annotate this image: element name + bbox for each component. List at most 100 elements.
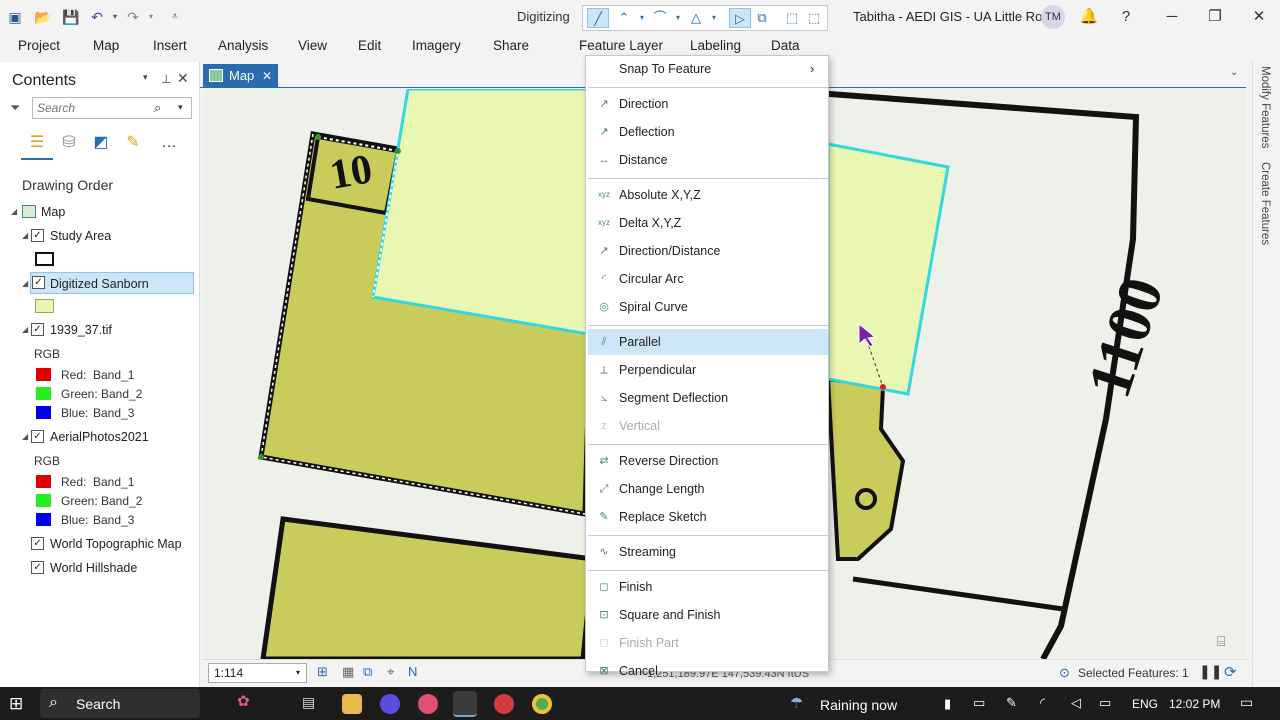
collapse-icon[interactable]: ◢ [22,279,28,288]
collapse-icon[interactable]: ◢ [22,319,28,341]
redo-icon[interactable]: ↷ [124,8,142,26]
vertex[interactable] [258,454,264,460]
copilot-icon[interactable] [380,694,400,714]
language-label[interactable]: ENG [1132,697,1158,711]
vertex[interactable] [395,148,401,154]
windows-icon[interactable]: ⊞ [9,694,23,714]
tree-layer-aerial-2021[interactable]: ◢ ✓ AerialPhotos2021 [0,426,196,448]
tab-labeling[interactable]: Labeling [690,38,741,53]
menu-item-snap-to-feature[interactable]: Snap To Feature › [588,56,828,82]
tree-layer-digitized-sanborn[interactable]: ✓ Digitized Sanborn [30,272,194,294]
pause-icon[interactable]: ❚❚ [1199,663,1222,680]
help-icon[interactable]: ? [1114,6,1138,28]
selected-features-count[interactable]: Selected Features: 1 [1078,666,1189,680]
menu-item-deflection[interactable]: ↗ Deflection [588,119,828,145]
vertices-icon[interactable]: ⧉ [751,8,773,28]
battery-icon[interactable]: ▭ [1099,695,1111,711]
search-input[interactable] [37,100,147,116]
menu-item-direction[interactable]: ↗ Direction [588,91,828,117]
menu-item-perpendicular[interactable]: ⟂ Perpendicular [588,357,828,383]
app-icon[interactable] [418,694,438,714]
tab-share[interactable]: Share [493,38,529,53]
menu-item-segment-deflection[interactable]: ⦣ Segment Deflection [588,385,828,411]
contents-search[interactable]: ⌕ ▾ [32,97,192,119]
tree-map[interactable]: ◢ Map [0,201,196,223]
refresh-icon[interactable]: ⟳ [1224,663,1237,681]
layer-checkbox[interactable]: ✓ [31,537,44,550]
menu-item-change-length[interactable]: ⤢ Change Length [588,476,828,502]
notification-icon[interactable]: 🔔 [1077,6,1101,28]
customize-icon[interactable]: ⩡ [166,8,184,26]
menu-item-absolute-x-y-z[interactable]: xyz Absolute X,Y,Z [588,182,828,208]
pin-icon[interactable]: ⊥ [161,72,171,86]
restore-icon[interactable]: ❐ [1203,6,1227,28]
collapse-icon[interactable]: ◢ [22,426,28,448]
tab-view[interactable]: View [298,38,327,53]
menu-item-replace-sketch[interactable]: ✎ Replace Sketch [588,504,828,530]
constraints-icon[interactable]: ⧉ [363,664,372,680]
tree-layer-1939[interactable]: ◢ ✓ 1939_37.tif [0,319,196,341]
line-icon[interactable]: ╱ [587,8,609,28]
layer-checkbox[interactable]: ✓ [32,276,45,289]
undo-dropdown-icon[interactable]: ▾ [106,8,124,26]
close-tab-icon[interactable]: ✕ [262,64,272,88]
open-icon[interactable]: 📂 [34,8,52,26]
tree-layer-world-topo[interactable]: ✓ World Topographic Map [0,533,196,555]
tab-data[interactable]: Data [771,38,800,53]
menu-item-finish[interactable]: ◻ Finish [588,574,828,600]
correction-icon[interactable]: ⌖ [387,664,394,680]
minimize-icon[interactable]: ─ [1160,6,1184,28]
tab-project[interactable]: Project [18,38,60,53]
tab-map-view[interactable]: Map ✕ [203,64,278,88]
snapping-icon[interactable]: ⊞ [317,664,328,680]
pen-icon[interactable]: ✎ [1006,695,1017,711]
tree-layer-study-area[interactable]: ◢ ✓ Study Area [0,225,196,247]
tab-feature-layer[interactable]: Feature Layer [579,38,663,53]
tab-edit[interactable]: Edit [358,38,381,53]
menu-item-direction-distance[interactable]: ↗ Direction/Distance [588,238,828,264]
chrome-icon[interactable] [532,694,552,714]
clip-icon[interactable]: ⬚ [781,8,803,28]
wifi-icon[interactable]: ◜ [1040,695,1045,711]
arcgis-pro-icon[interactable] [453,691,477,717]
pane-options-icon[interactable]: ▾ [143,72,148,83]
scale-select[interactable]: 1:114 ▾ [208,663,307,683]
collapse-icon[interactable]: ◢ [22,225,28,247]
tree-layer-world-hillshade[interactable]: ✓ World Hillshade [0,557,196,579]
tab-insert[interactable]: Insert [153,38,187,53]
redo-dropdown-icon[interactable]: ▾ [142,8,160,26]
selection-icon[interactable]: ◩ [90,132,112,154]
menu-item-spiral-curve[interactable]: ◎ Spiral Curve [588,294,828,320]
trace-dropdown-icon[interactable]: ▾ [703,8,725,28]
new-project-icon[interactable]: ▣ [6,8,24,26]
reshape-icon[interactable]: ⬚ [803,8,825,28]
menu-item-streaming[interactable]: ∿ Streaming [588,539,828,565]
task-view-icon[interactable]: ▤ [302,694,322,714]
avatar[interactable]: TM [1041,5,1065,29]
search-dropdown-icon[interactable]: ▾ [178,102,183,113]
data-source-icon[interactable]: ⛁ [58,132,80,154]
layer-checkbox[interactable]: ✓ [31,430,44,443]
layer-checkbox[interactable]: ✓ [31,229,44,242]
save-icon[interactable]: 💾 [62,8,80,26]
taskbar-search[interactable]: ⌕ Search ✿ [40,689,250,718]
menu-item-parallel[interactable]: ⫽ Parallel [588,329,828,355]
select-icon[interactable]: ▷ [729,8,751,28]
close-icon[interactable]: ✕ [1247,6,1271,28]
map-notes-icon[interactable]: ⌸ [1217,633,1225,650]
grid-icon[interactable]: ▦ [342,664,354,680]
menu-item-circular-arc[interactable]: ◜ Circular Arc [588,266,828,292]
menu-item-reverse-direction[interactable]: ⇄ Reverse Direction [588,448,828,474]
screen-icon[interactable]: ▭ [973,695,985,711]
menu-item-square-and-finish[interactable]: ⊡ Square and Finish [588,602,828,628]
recorder-icon[interactable] [494,694,514,714]
tab-list-icon[interactable]: ⌄ [1230,67,1238,78]
menu-item-distance[interactable]: ↔ Distance [588,147,828,173]
study-area-symbol[interactable] [35,252,54,266]
tab-analysis[interactable]: Analysis [218,38,268,53]
filter-icon[interactable]: ⏷ [10,100,20,116]
volume-icon[interactable]: ◁ [1071,695,1081,711]
rail-tab-modify-features[interactable]: Modify Features [1259,66,1271,148]
clock-label[interactable]: 12:02 PM [1169,697,1220,711]
editing-icon[interactable]: ✎ [122,132,144,154]
